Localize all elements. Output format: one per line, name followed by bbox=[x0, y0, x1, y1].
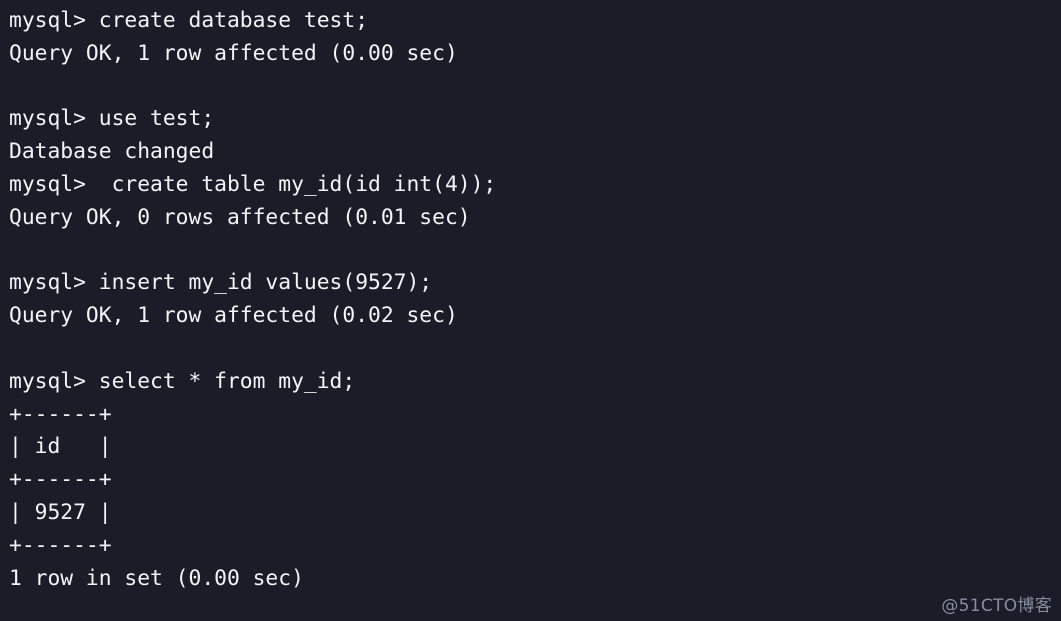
terminal-line: Query OK, 1 row affected (0.00 sec) bbox=[9, 40, 458, 66]
terminal-line: Query OK, 0 rows affected (0.01 sec) bbox=[9, 204, 471, 230]
terminal-output[interactable]: mysql> create database test; Query OK, 1 … bbox=[9, 5, 1061, 595]
terminal-line: mysql> create table my_id(id int(4)); bbox=[9, 171, 497, 197]
terminal-window[interactable]: mysql> create database test; Query OK, 1 … bbox=[0, 0, 1061, 621]
watermark-label: @51CTO博客 bbox=[941, 596, 1052, 616]
terminal-line: +------+ bbox=[9, 467, 112, 493]
terminal-line: 1 row in set (0.00 sec) bbox=[9, 565, 304, 591]
terminal-line: Query OK, 1 row affected (0.02 sec) bbox=[9, 303, 458, 329]
terminal-line: | id | bbox=[9, 434, 112, 460]
terminal-line: mysql> select * from my_id; bbox=[9, 368, 356, 394]
terminal-line: +------+ bbox=[9, 401, 112, 427]
terminal-line: mysql> create database test; bbox=[9, 8, 369, 33]
terminal-line: Database changed bbox=[9, 139, 215, 165]
terminal-line: | 9527 | bbox=[9, 499, 112, 525]
terminal-line: mysql> insert my_id values(9527); bbox=[9, 270, 433, 296]
terminal-line: mysql> use test; bbox=[9, 106, 215, 132]
terminal-line: +------+ bbox=[9, 532, 112, 558]
